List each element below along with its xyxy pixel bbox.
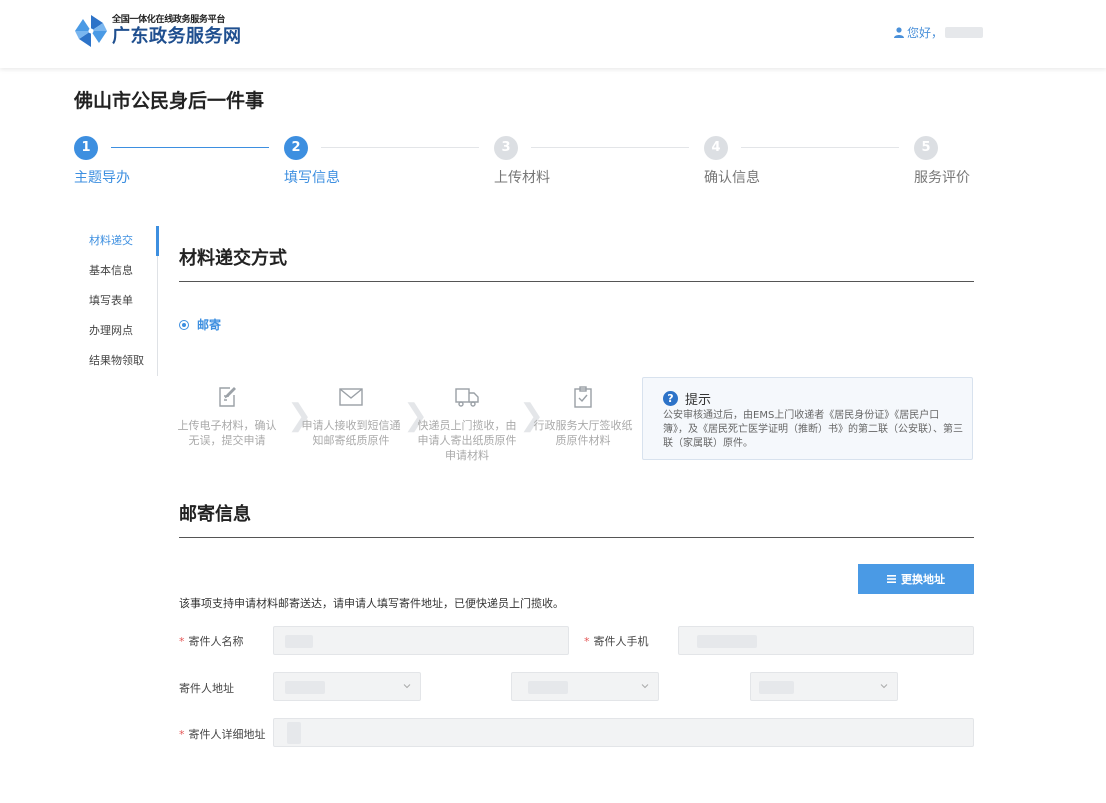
required-mark: *	[584, 635, 590, 648]
step-1: 1 主题导办	[74, 136, 130, 186]
label-text: 寄件人详细地址	[188, 728, 266, 741]
redacted-value	[697, 635, 757, 648]
province-select[interactable]	[273, 672, 421, 701]
delivery-section-title: 材料递交方式	[179, 248, 287, 269]
envelope-icon	[339, 388, 363, 406]
step-number: 2	[284, 136, 308, 160]
redacted-value	[285, 635, 313, 648]
sender-name-label: * 寄件人名称	[179, 633, 244, 649]
required-mark: *	[179, 728, 185, 741]
redacted-value	[759, 681, 794, 694]
tip-title: 提示	[685, 393, 712, 408]
user-icon	[894, 27, 904, 38]
flow-step: 申请人接收到短信通知邮寄纸质原件	[299, 380, 403, 448]
tip-text: 公安审核通过后，由EMS上门收递者《居民身份证》《居民户口簿》，及《居民死亡医学…	[663, 410, 963, 449]
flow-step-text: 行政服务大厅签收纸质原件材料	[533, 419, 633, 447]
step-connector	[111, 147, 269, 148]
clipboard-check-icon	[574, 386, 592, 408]
username-redacted	[945, 27, 984, 38]
step-number: 1	[74, 136, 98, 160]
flow-step-text: 申请人接收到短信通知邮寄纸质原件	[301, 419, 401, 447]
mail-radio-option[interactable]: 邮寄	[179, 316, 221, 333]
step-number: 3	[494, 136, 518, 160]
redacted-value	[528, 681, 568, 694]
sender-phone-input[interactable]	[678, 626, 974, 655]
step-connector	[321, 147, 479, 148]
label-text: 寄件人名称	[188, 635, 244, 648]
required-mark: *	[179, 635, 185, 648]
change-address-label: 更换地址	[901, 574, 945, 586]
active-indicator	[156, 226, 159, 256]
sidenav-item-result-pickup[interactable]: 结果物领取	[76, 346, 157, 376]
sender-detail-address-label: * 寄件人详细地址	[179, 726, 266, 742]
section-divider	[179, 537, 974, 538]
edit-document-icon	[219, 387, 236, 407]
progress-steps: 1 主题导办 2 填写信息 3 上传材料 4 确认信息 5 服务评价	[74, 136, 974, 186]
mail-note: 该事项支持申请材料邮寄送达，请申请人填写寄件地址，已便快递员上门揽收。	[179, 597, 564, 610]
step-number: 5	[914, 136, 938, 160]
greeting-text: 您好，	[907, 26, 944, 40]
flow-step: 上传电子材料，确认无误，提交申请	[175, 380, 279, 448]
section-divider	[179, 281, 974, 282]
district-select[interactable]	[750, 672, 898, 701]
logo-subtitle: 全国一体化在线政务服务平台	[112, 14, 226, 25]
step-connector	[741, 147, 899, 148]
sidenav-item-material-submit[interactable]: 材料递交	[76, 226, 157, 256]
logo-title: 广东政务服务网	[112, 25, 242, 47]
redacted-value	[285, 681, 325, 694]
radio-selected-icon	[179, 319, 189, 330]
list-icon	[887, 575, 896, 583]
tip-box: ? 提示 公安审核通过后，由EMS上门收递者《居民身份证》《居民户口簿》，及《居…	[642, 377, 973, 460]
sidenav-item-fill-form[interactable]: 填写表单	[76, 286, 157, 316]
sender-phone-label: * 寄件人手机	[584, 633, 649, 649]
user-menu[interactable]: 您好，	[894, 24, 984, 41]
mail-section-title: 邮寄信息	[179, 504, 251, 525]
step-3: 3 上传材料	[494, 136, 550, 186]
step-label: 主题导办	[74, 170, 130, 186]
chevron-down-icon	[403, 684, 411, 689]
pinwheel-logo-icon	[75, 15, 107, 47]
flow-step-text: 上传电子材料，确认无误，提交申请	[177, 419, 277, 447]
flow-step: 快递员上门揽收，由申请人寄出纸质原件申请材料	[415, 380, 519, 463]
label-text: 寄件人手机	[593, 635, 649, 648]
step-number: 4	[704, 136, 728, 160]
change-address-button[interactable]: 更换地址	[858, 564, 974, 594]
page-title: 佛山市公民身后一件事	[74, 90, 265, 112]
top-header: 全国一体化在线政务服务平台 广东政务服务网 您好，	[0, 0, 1106, 68]
sender-address-label: 寄件人地址	[179, 680, 234, 696]
side-nav: 材料递交 基本信息 填写表单 办理网点 结果物领取	[76, 226, 159, 376]
flow-step: 行政服务大厅签收纸质原件材料	[531, 380, 635, 448]
delivery-truck-icon	[455, 388, 479, 407]
step-4: 4 确认信息	[704, 136, 760, 186]
radio-label: 邮寄	[197, 318, 222, 332]
step-label: 确认信息	[704, 170, 760, 186]
step-label: 服务评价	[914, 170, 970, 186]
step-5: 5 服务评价	[914, 136, 970, 186]
sidenav-item-service-outlet[interactable]: 办理网点	[76, 316, 157, 346]
site-logo[interactable]: 全国一体化在线政务服务平台 广东政务服务网	[74, 14, 242, 48]
city-select[interactable]	[511, 672, 659, 701]
sidenav-item-basic-info[interactable]: 基本信息	[76, 256, 157, 286]
delivery-flow: 上传电子材料，确认无误，提交申请 ❯ 申请人接收到短信通知邮寄纸质原件 ❯ 快递…	[175, 380, 635, 490]
step-connector	[531, 147, 689, 148]
chevron-down-icon	[880, 684, 888, 689]
redacted-value	[287, 722, 301, 744]
label-text: 寄件人地址	[179, 682, 234, 695]
sender-name-input[interactable]	[273, 626, 569, 655]
chevron-down-icon	[641, 684, 649, 689]
question-icon: ?	[663, 391, 678, 406]
flow-step-text: 快递员上门揽收，由申请人寄出纸质原件申请材料	[417, 419, 517, 462]
step-label: 填写信息	[284, 170, 340, 186]
step-2: 2 填写信息	[284, 136, 340, 186]
step-label: 上传材料	[494, 170, 550, 186]
sender-detail-address-input[interactable]	[273, 718, 974, 747]
